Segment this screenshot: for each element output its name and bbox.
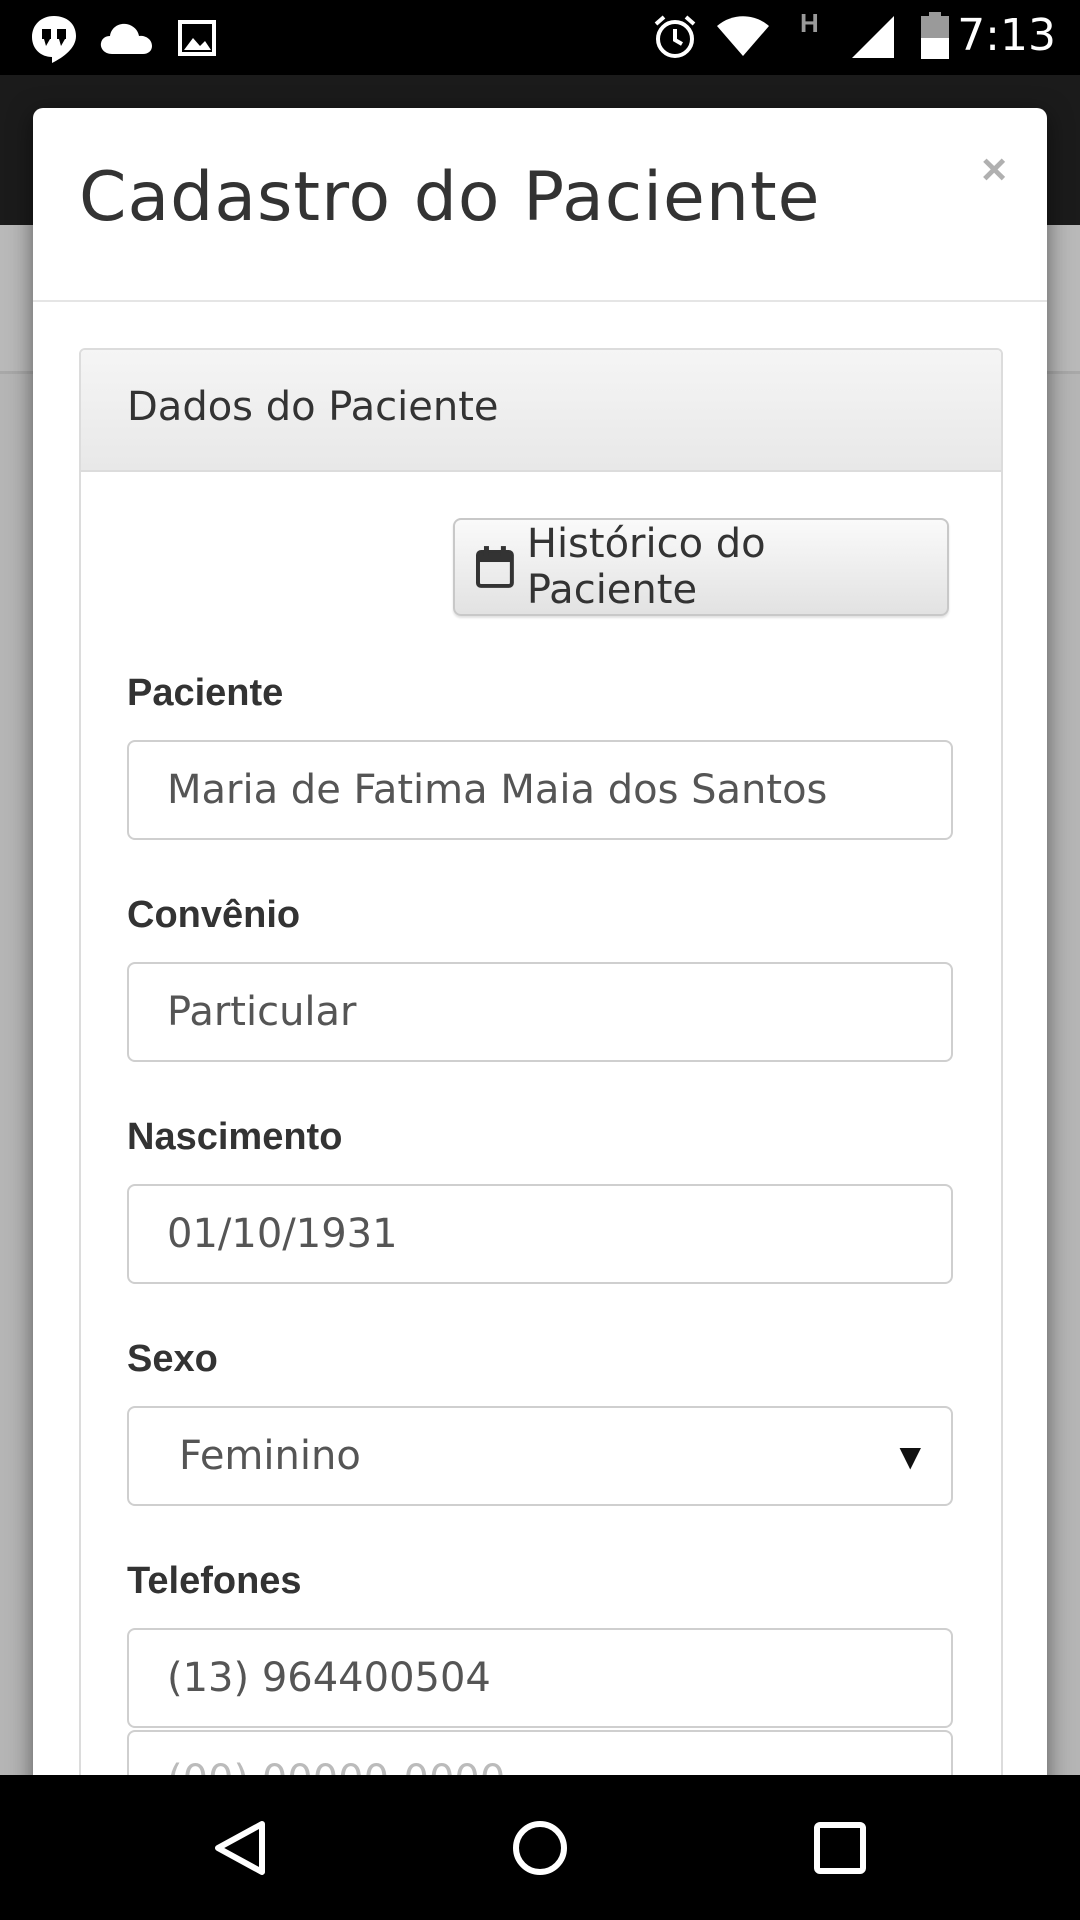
convenio-label: Convênio xyxy=(127,894,301,936)
paciente-input[interactable] xyxy=(127,740,953,840)
panel-title: Dados do Paciente xyxy=(127,384,499,430)
convenio-input[interactable] xyxy=(127,962,953,1062)
dropdown-arrow-icon: ▼ xyxy=(899,1439,921,1473)
patient-history-button[interactable]: Histórico do Paciente xyxy=(453,518,949,616)
home-icon xyxy=(513,1820,567,1875)
modal-header: Cadastro do Paciente × xyxy=(33,108,1047,302)
back-button[interactable] xyxy=(160,1775,320,1920)
image-icon xyxy=(178,20,216,61)
modal-title: Cadastro do Paciente xyxy=(79,158,821,237)
alarm-icon xyxy=(652,14,698,65)
patient-history-label: Histórico do Paciente xyxy=(526,521,766,613)
recents-icon xyxy=(814,1821,866,1874)
recents-button[interactable] xyxy=(760,1775,920,1920)
nascimento-input[interactable] xyxy=(127,1184,953,1284)
hangouts-icon xyxy=(30,14,78,69)
cloud-icon xyxy=(98,20,154,61)
phone1-input[interactable] xyxy=(127,1628,953,1728)
sexo-select[interactable]: Feminino ▼ xyxy=(127,1406,953,1506)
paciente-label: Paciente xyxy=(127,672,284,714)
telefones-label: Telefones xyxy=(127,1560,302,1602)
nascimento-label: Nascimento xyxy=(127,1116,343,1158)
panel-heading: Dados do Paciente xyxy=(81,350,1001,472)
sexo-selected-value: Feminino xyxy=(179,1433,361,1479)
close-icon[interactable]: × xyxy=(981,148,1007,192)
home-button[interactable] xyxy=(460,1775,620,1920)
patient-modal: Cadastro do Paciente × Dados do Paciente… xyxy=(33,108,1047,1808)
sexo-label: Sexo xyxy=(127,1338,218,1380)
signal-icon xyxy=(850,14,896,65)
back-icon xyxy=(215,1820,265,1875)
status-time: 7:13 xyxy=(957,10,1056,61)
wifi-icon xyxy=(716,14,770,63)
battery-icon xyxy=(920,12,950,65)
h-network-icon: H xyxy=(800,8,819,38)
status-bar: H 7:13 xyxy=(0,0,1080,75)
patient-data-panel: Dados do Paciente Histórico do Paciente … xyxy=(79,348,1003,1808)
calendar-icon xyxy=(475,546,514,588)
navigation-bar xyxy=(0,1775,1080,1920)
